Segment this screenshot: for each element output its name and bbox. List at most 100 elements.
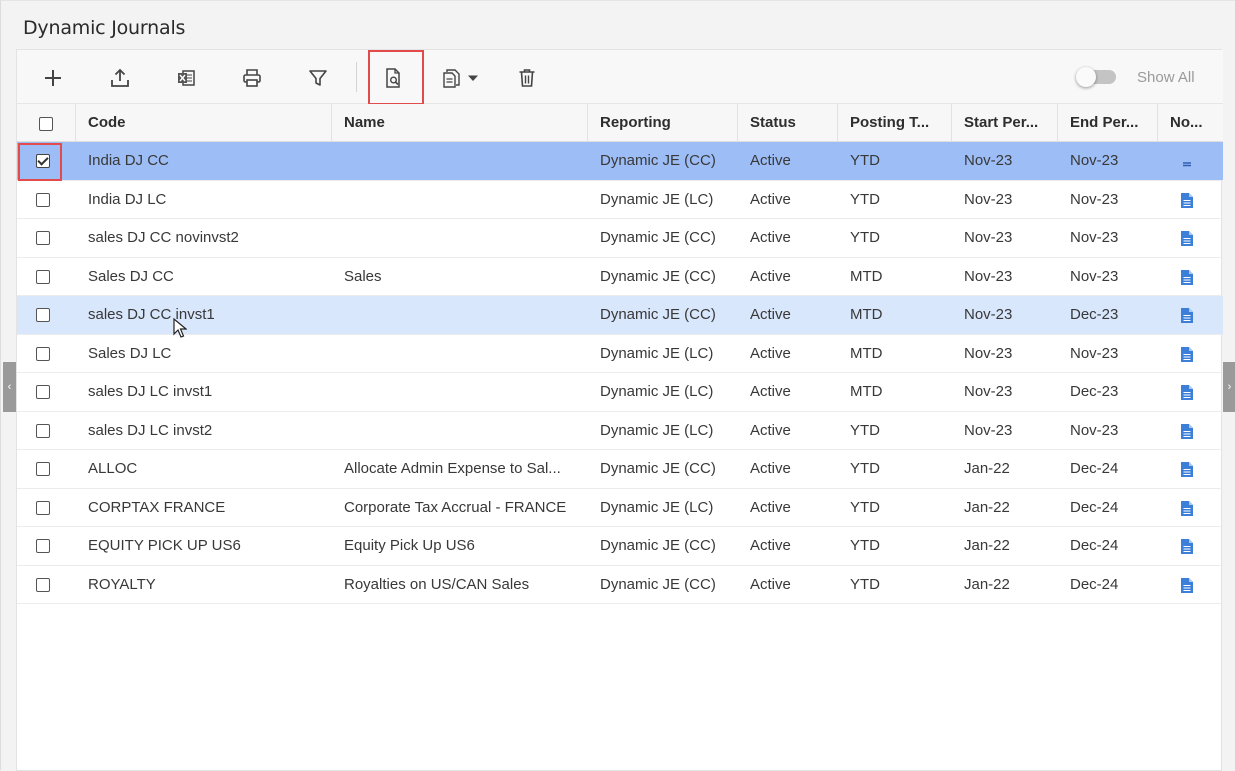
- cell-status: Active: [750, 344, 791, 362]
- row-checkbox[interactable]: [36, 269, 50, 284]
- table-row[interactable]: sales DJ CC invst1 Dynamic JE (CC) Active M…: [17, 296, 1223, 335]
- cell-reporting: Dynamic JE (CC): [600, 460, 716, 477]
- row-checkbox[interactable]: [36, 308, 50, 322]
- row-checkbox[interactable]: [36, 500, 50, 515]
- cell-name: [331, 335, 587, 373]
- row-checkbox[interactable]: [36, 192, 50, 207]
- cell-posting-type: YTD: [850, 152, 880, 169]
- row-checkbox[interactable]: [36, 231, 50, 245]
- cell-status: Active: [750, 383, 791, 400]
- cell-reporting: Dynamic JE (CC): [600, 537, 716, 554]
- cell-start-period: Nov-23: [964, 306, 1013, 323]
- column-header-notes[interactable]: No...: [1157, 104, 1221, 142]
- collapse-right-tab[interactable]: ›: [1223, 362, 1235, 412]
- note-document-icon[interactable]: [1180, 307, 1194, 324]
- row-checkbox[interactable]: [36, 462, 50, 476]
- note-document-icon[interactable]: [1180, 577, 1194, 594]
- column-header-code[interactable]: Code: [75, 104, 331, 142]
- cell-code: Sales DJ CC: [88, 267, 174, 285]
- table-row[interactable]: Sales DJ LC Dynamic JE (LC) Active MTD Nov-2…: [17, 335, 1223, 373]
- cell-reporting: Dynamic JE (CC): [600, 152, 716, 169]
- journals-grid: Code Name Reporting Status Posting T... …: [17, 104, 1223, 604]
- show-all-label: Show All: [1137, 69, 1195, 86]
- plus-icon: [45, 70, 61, 86]
- note-document-icon[interactable]: [1180, 538, 1194, 555]
- mouse-cursor-icon: [173, 318, 187, 338]
- column-header-start-period[interactable]: Start Per...: [951, 104, 1057, 142]
- note-document-icon[interactable]: [1180, 153, 1194, 170]
- table-row[interactable]: India DJ CC Dynamic JE (CC) Active YTD Nov-2…: [17, 142, 1223, 181]
- upload-button[interactable]: [105, 63, 135, 93]
- row-checkbox[interactable]: [36, 539, 50, 553]
- note-document-icon[interactable]: [1180, 384, 1194, 401]
- delete-button[interactable]: [512, 63, 542, 93]
- journals-panel: Show All Code Name Reporting Status Post…: [16, 49, 1223, 771]
- note-document-icon[interactable]: [1180, 230, 1194, 247]
- cell-end-period: Nov-23: [1070, 344, 1119, 362]
- cell-reporting: Dynamic JE (CC): [600, 267, 716, 285]
- table-row[interactable]: ROYALTY Royalties on US/CAN Sales Dynamic …: [17, 566, 1223, 604]
- cell-reporting: Dynamic JE (LC): [600, 383, 714, 400]
- cell-status: Active: [750, 190, 791, 208]
- cell-end-period: Dec-24: [1070, 460, 1119, 477]
- row-checkbox[interactable]: [36, 423, 50, 438]
- note-document-icon[interactable]: [1180, 423, 1194, 440]
- cell-end-period: Dec-23: [1070, 306, 1119, 323]
- table-row[interactable]: sales DJ LC invst1 Dynamic JE (LC) Active M…: [17, 373, 1223, 412]
- cell-posting-type: YTD: [850, 537, 880, 554]
- cell-name: Sales: [344, 267, 382, 285]
- column-header-posting-type[interactable]: Posting T...: [837, 104, 951, 142]
- table-row[interactable]: Sales DJ CC Sales Dynamic JE (CC) Active MTD…: [17, 258, 1223, 296]
- show-all-toggle[interactable]: [1076, 67, 1120, 87]
- table-row[interactable]: EQUITY PICK UP US6 Equity Pick Up US6 Dyna…: [17, 527, 1223, 566]
- cell-start-period: Jan-22: [964, 537, 1010, 554]
- table-row[interactable]: ALLOC Allocate Admin Expense to Sal... Dyn…: [17, 450, 1223, 489]
- cell-code: sales DJ LC invst2: [88, 421, 213, 439]
- note-document-icon[interactable]: [1180, 192, 1194, 209]
- row-checkbox[interactable]: [36, 346, 50, 361]
- row-checkbox[interactable]: [36, 385, 50, 399]
- toolbar-separator: [356, 62, 357, 92]
- note-document-icon[interactable]: [1180, 500, 1194, 517]
- cell-status: Active: [750, 267, 791, 285]
- trash-icon: [519, 69, 535, 87]
- cell-start-period: Jan-22: [964, 498, 1010, 516]
- cell-posting-type: MTD: [850, 306, 883, 323]
- export-excel-button[interactable]: [171, 63, 201, 93]
- cell-posting-type: MTD: [850, 383, 883, 400]
- row-checkbox[interactable]: [36, 577, 50, 592]
- table-row[interactable]: India DJ LC Dynamic JE (LC) Active YTD Nov-2…: [17, 181, 1223, 219]
- cell-posting-type: MTD: [850, 267, 883, 285]
- toolbar: Show All: [17, 50, 1223, 105]
- cell-end-period: Nov-23: [1070, 152, 1119, 169]
- cell-code: Sales DJ LC: [88, 344, 172, 362]
- cell-code: India DJ LC: [88, 190, 167, 208]
- cell-reporting: Dynamic JE (LC): [600, 421, 714, 439]
- filter-button[interactable]: [303, 63, 333, 93]
- select-all-checkbox[interactable]: [39, 117, 53, 131]
- note-document-icon[interactable]: [1180, 461, 1194, 478]
- cell-end-period: Dec-23: [1070, 383, 1119, 400]
- column-header-status[interactable]: Status: [737, 104, 837, 142]
- column-header-name[interactable]: Name: [331, 104, 587, 142]
- cell-end-period: Dec-24: [1070, 498, 1119, 516]
- cell-status: Active: [750, 306, 791, 323]
- note-document-icon[interactable]: [1180, 346, 1194, 363]
- table-row[interactable]: sales DJ CC novinvst2 Dynamic JE (CC) Acti…: [17, 219, 1223, 258]
- add-button[interactable]: [38, 63, 68, 93]
- cell-end-period: Nov-23: [1070, 190, 1119, 208]
- table-row[interactable]: sales DJ LC invst2 Dynamic JE (LC) Active Y…: [17, 412, 1223, 450]
- app-frame: Dynamic Journals ‹ › Show All Code Name …: [0, 0, 1235, 771]
- cell-posting-type: YTD: [850, 460, 880, 477]
- cell-status: Active: [750, 575, 791, 593]
- cell-name: [331, 181, 587, 219]
- copy-menu-button[interactable]: [435, 63, 485, 93]
- cell-end-period: Nov-23: [1070, 421, 1119, 439]
- funnel-icon: [309, 70, 327, 86]
- column-header-end-period[interactable]: End Per...: [1057, 104, 1157, 142]
- table-row[interactable]: CORPTAX FRANCE Corporate Tax Accrual - FR…: [17, 489, 1223, 527]
- note-document-icon[interactable]: [1180, 269, 1194, 286]
- print-button[interactable]: [237, 63, 267, 93]
- collapse-left-tab[interactable]: ‹: [3, 362, 16, 412]
- column-header-reporting[interactable]: Reporting: [587, 104, 737, 142]
